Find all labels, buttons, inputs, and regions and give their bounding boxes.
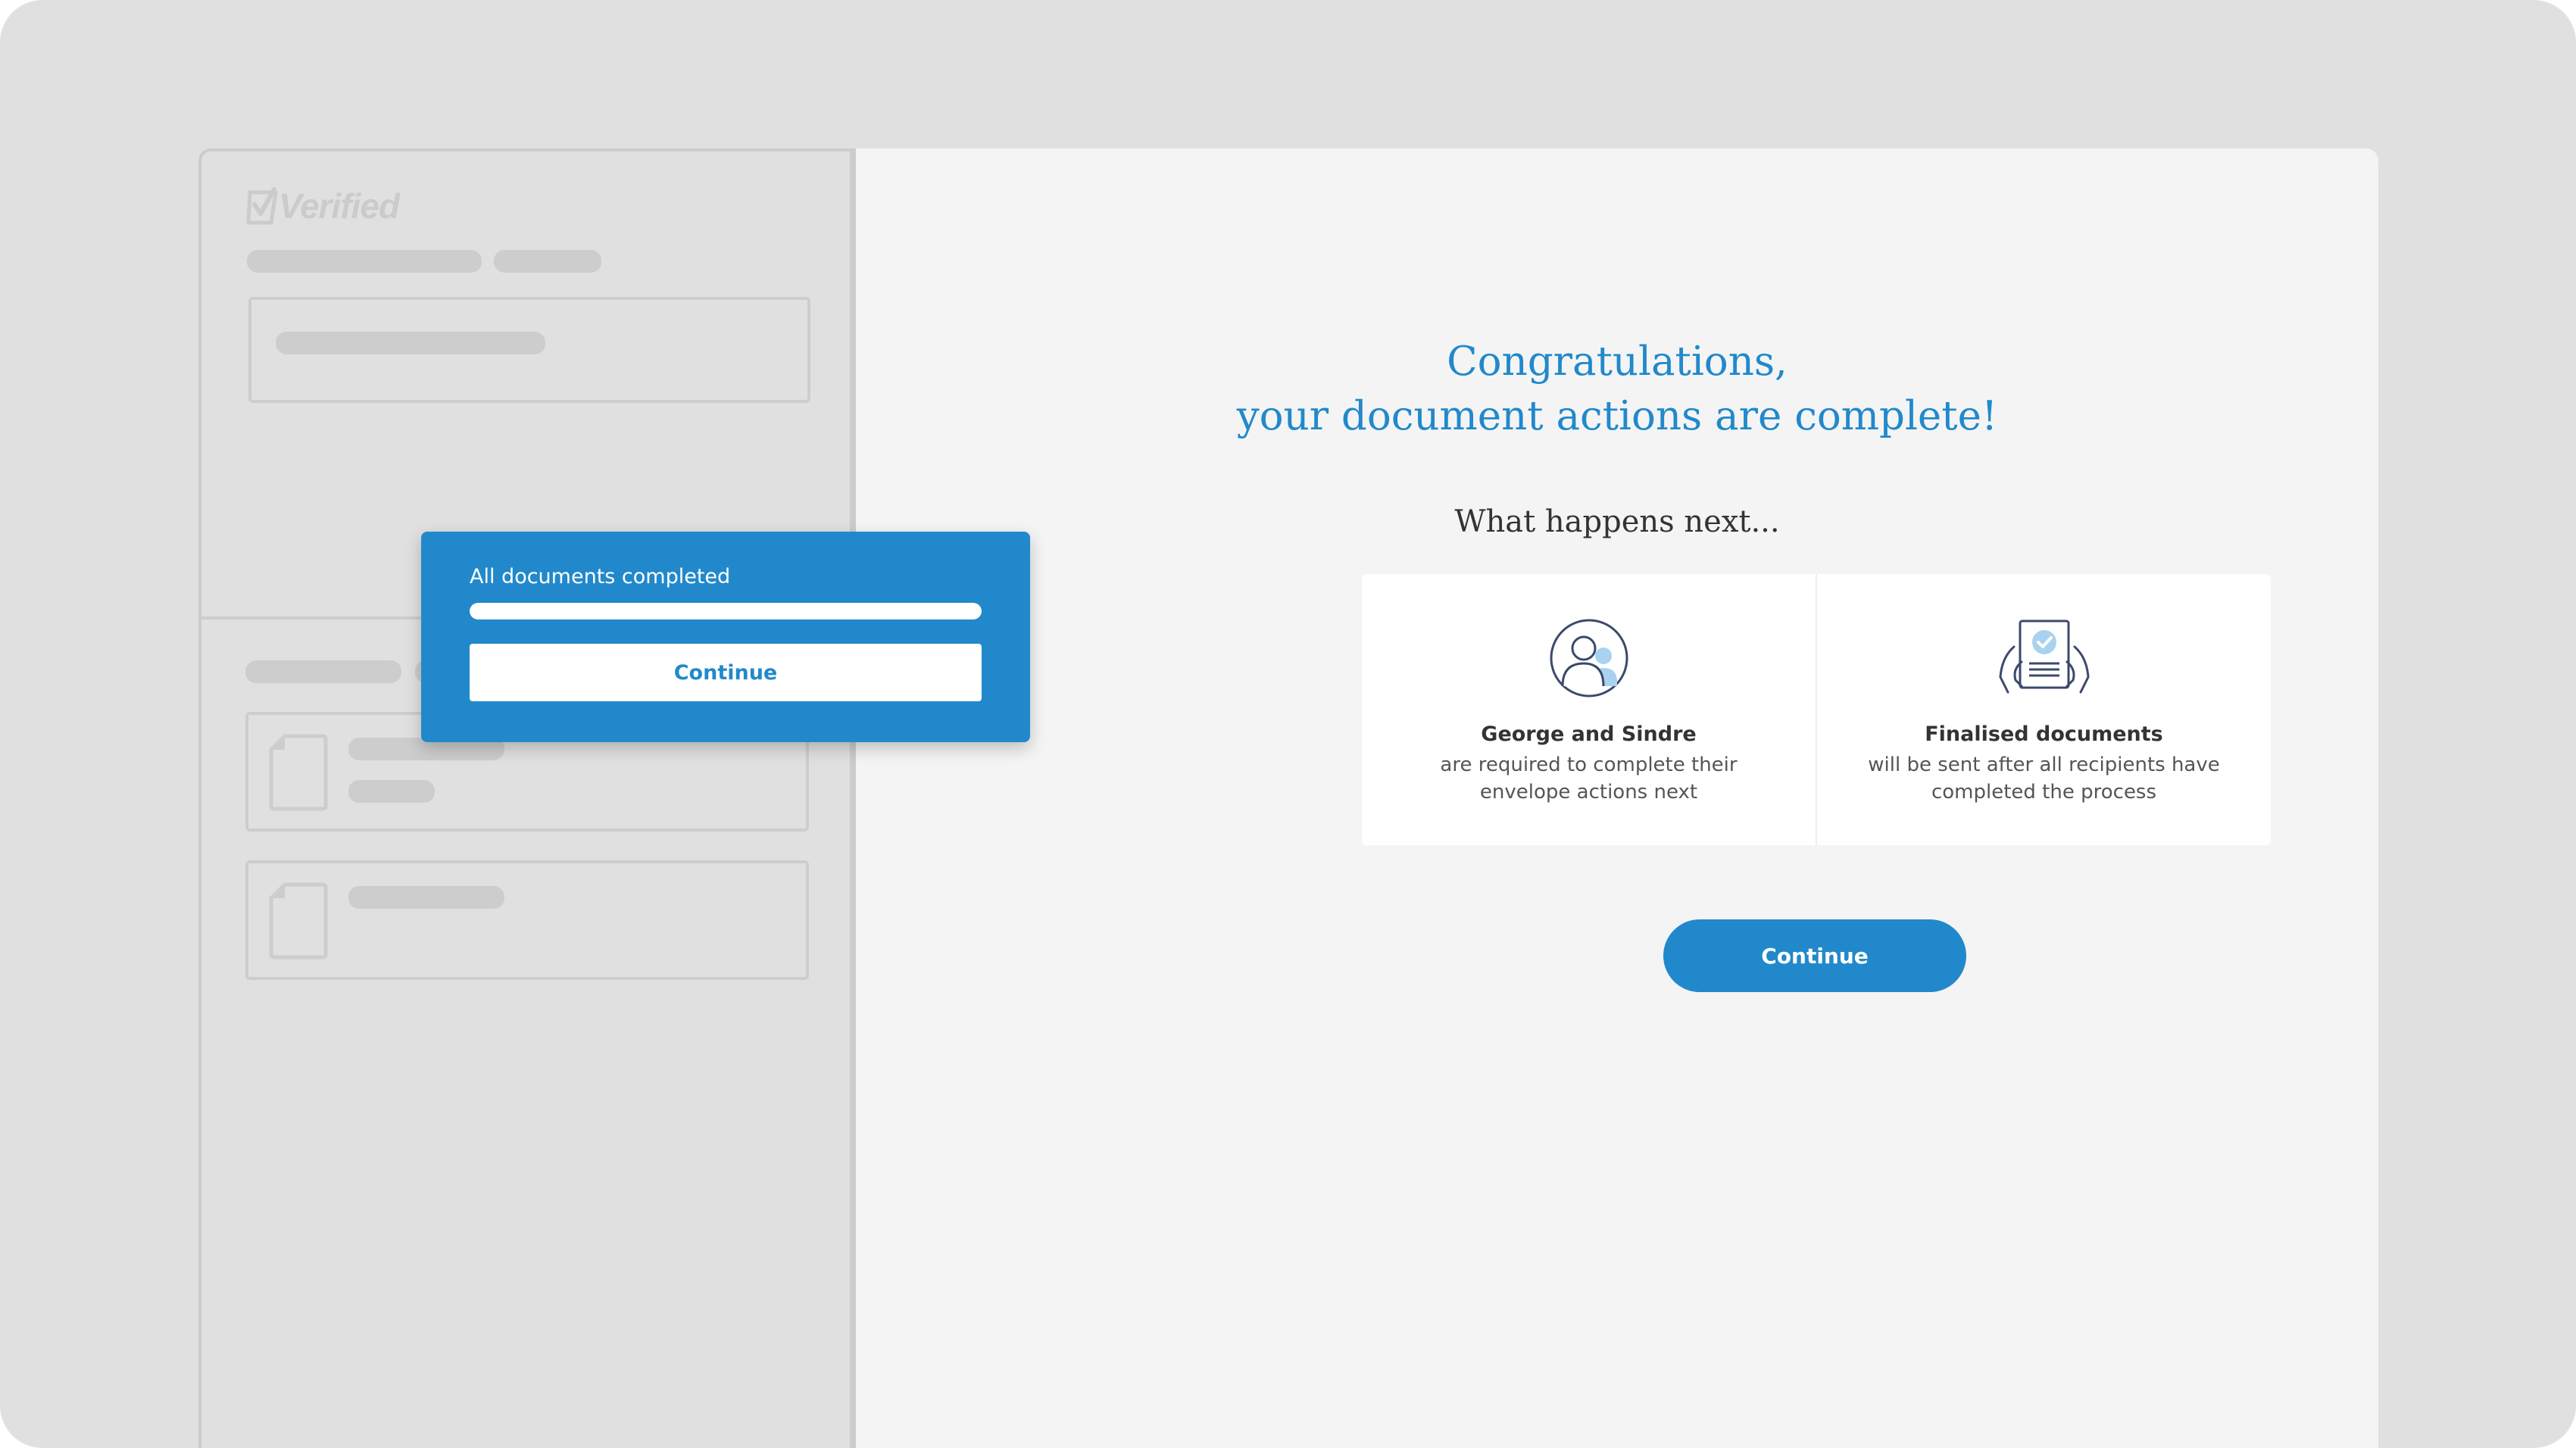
document-icon [269, 882, 328, 960]
completion-progress-bar [470, 603, 982, 619]
headline-line-2: your document actions are complete! [1236, 393, 1998, 439]
next-step-card-documents: Finalised documents will be sent after a… [1816, 574, 2271, 845]
skeleton-line [247, 250, 482, 273]
next-step-card-recipients: George and Sindre are required to comple… [1362, 574, 1816, 845]
skeleton-document-item [245, 860, 809, 980]
documents-completed-popup: All documents completed Continue [421, 532, 1030, 742]
continue-button[interactable]: Continue [1663, 919, 1966, 992]
skeleton-card [248, 297, 810, 403]
card-title: George and Sindre [1481, 722, 1697, 746]
card-description: are required to complete their envelope … [1440, 754, 1738, 804]
skeleton-line [348, 780, 435, 803]
verified-check-icon [246, 187, 278, 225]
skeleton-line [494, 250, 601, 273]
card-title: Finalised documents [1925, 722, 2163, 746]
popup-continue-button[interactable]: Continue [470, 644, 982, 701]
skeleton-line [276, 332, 545, 354]
screen-background: Verified Congratulations, your document … [0, 0, 2576, 1448]
document-icon [269, 734, 328, 811]
logo-text: Verified [279, 186, 400, 226]
sidebar: Verified [198, 148, 853, 1448]
skeleton-line [348, 886, 504, 909]
users-icon [1550, 619, 1628, 697]
verified-logo: Verified [245, 185, 400, 227]
skeleton-line [245, 660, 401, 683]
document-check-icon [1998, 619, 2090, 694]
card-description: will be sent after all recipients have c… [1868, 754, 2220, 804]
app-window: Verified Congratulations, your document … [198, 148, 2378, 1448]
headline-line-1: Congratulations, [1447, 339, 1788, 385]
progress-fill [470, 603, 982, 619]
main-panel: Congratulations, your document actions a… [853, 148, 2378, 1448]
popup-title: All documents completed [470, 565, 731, 588]
next-steps-panel: George and Sindre are required to comple… [1362, 574, 2271, 845]
what-happens-next-heading: What happens next... [1454, 504, 1780, 539]
